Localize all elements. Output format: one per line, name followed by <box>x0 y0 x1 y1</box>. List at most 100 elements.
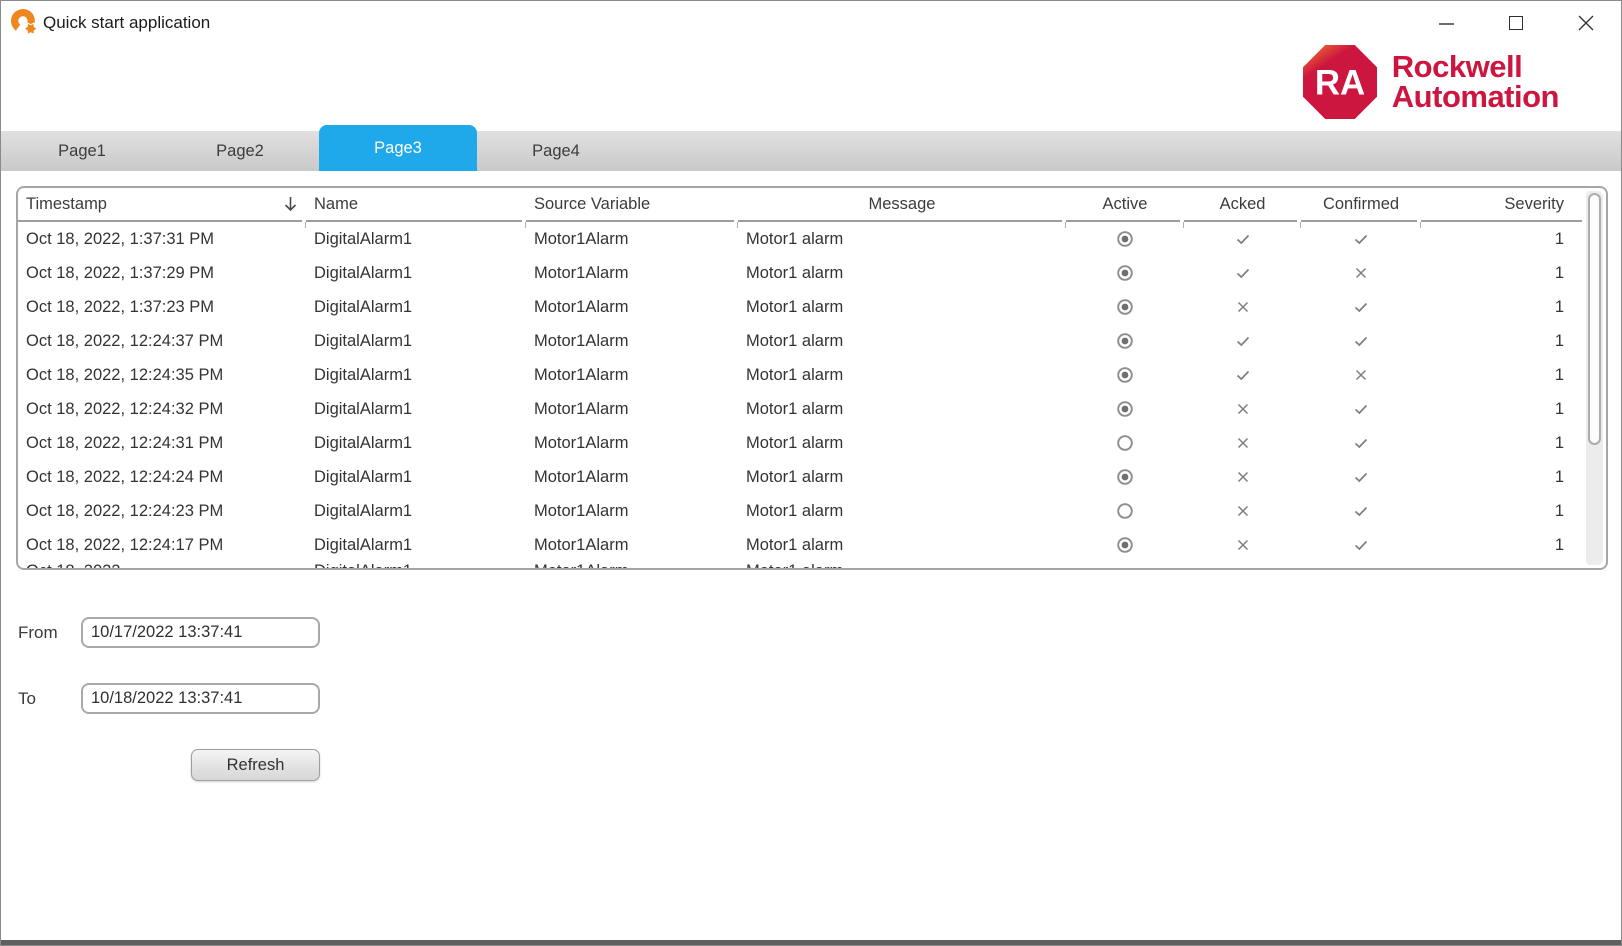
tabs: Page1Page2Page3Page4 <box>1 131 1621 171</box>
name-cell: DigitalAlarm1 <box>306 494 526 528</box>
window-controls <box>1411 1 1621 45</box>
scrollbar-thumb[interactable] <box>1588 193 1601 445</box>
table-row[interactable]: Oct 18, 2022, 12:24:17 PMDigitalAlarm1Mo… <box>18 528 1606 562</box>
severity-cell: 1 <box>1421 460 1582 494</box>
brand-logo: RA Rockwell Automation <box>1303 45 1559 119</box>
message-cell: Motor1 alarm <box>738 290 1066 324</box>
acked-cell <box>1184 358 1301 392</box>
tab-page2[interactable]: Page2 <box>161 131 319 171</box>
check-icon <box>1352 400 1370 418</box>
source-variable-cell: Motor1Alarm <box>526 528 738 562</box>
x-icon <box>1234 536 1252 554</box>
minimize-button[interactable] <box>1411 1 1481 45</box>
timestamp-cell: Oct 18, 2022, 12:24:23 PM <box>18 494 306 528</box>
acked-cell <box>1184 290 1301 324</box>
active-on-icon <box>1116 536 1134 554</box>
x-icon <box>1352 366 1370 384</box>
table-row[interactable]: Oct 18, 2022, 1:37:31 PMDigitalAlarm1Mot… <box>18 222 1606 256</box>
table-row[interactable]: Oct 18, 2022, 12:24:37 PMDigitalAlarm1Mo… <box>18 324 1606 358</box>
table-row[interactable]: Oct 18, 2022, 12:24:31 PMDigitalAlarm1Mo… <box>18 426 1606 460</box>
active-cell <box>1066 256 1184 290</box>
to-input[interactable] <box>81 683 320 714</box>
message-cell: Motor1 alarm <box>738 563 1066 570</box>
timestamp-cell: Oct 18, 2022, 1:37:29 PM <box>18 256 306 290</box>
check-icon <box>1352 468 1370 486</box>
col-header-source-variable[interactable]: Source Variable <box>526 188 738 222</box>
message-cell: Motor1 alarm <box>738 256 1066 290</box>
check-icon <box>1234 264 1252 282</box>
table-row[interactable]: Oct 18, 2022, 1:37:23 PMDigitalAlarm1Mot… <box>18 290 1606 324</box>
table-row[interactable]: Oct 18, 2022, 12:24:24 PMDigitalAlarm1Mo… <box>18 460 1606 494</box>
refresh-button[interactable]: Refresh <box>191 749 320 781</box>
active-on-icon <box>1116 264 1134 282</box>
timestamp-cell: Oct 18, 2022, 12:24:17 PM <box>18 528 306 562</box>
titlebar: Quick start application <box>1 1 1621 45</box>
table-row[interactable]: Oct 18, 2022, 1:37:29 PMDigitalAlarm1Mot… <box>18 256 1606 290</box>
message-cell: Motor1 alarm <box>738 358 1066 392</box>
tab-page4[interactable]: Page4 <box>477 131 635 171</box>
x-icon <box>1234 298 1252 316</box>
confirmed-cell <box>1301 290 1421 324</box>
table-row[interactable]: Oct 18, 2022, 12:24:35 PMDigitalAlarm1Mo… <box>18 358 1606 392</box>
table-scrollbar[interactable] <box>1586 191 1603 565</box>
message-cell: Motor1 alarm <box>738 324 1066 358</box>
x-icon <box>1234 434 1252 452</box>
name-cell: DigitalAlarm1 <box>306 563 526 570</box>
table-body: Oct 18, 2022, 1:37:31 PMDigitalAlarm1Mot… <box>18 222 1606 570</box>
col-header-acked[interactable]: Acked <box>1184 188 1301 222</box>
timestamp-cell: Oct 18, 2022, 12:24:31 PM <box>18 426 306 460</box>
confirmed-cell <box>1301 358 1421 392</box>
col-header-active[interactable]: Active <box>1066 188 1184 222</box>
message-cell: Motor1 alarm <box>738 494 1066 528</box>
x-icon <box>1234 502 1252 520</box>
close-icon <box>1578 15 1594 31</box>
tab-strip: Page1Page2Page3Page4 <box>1 131 1621 171</box>
severity-cell: 1 <box>1421 426 1582 460</box>
x-icon <box>1352 264 1370 282</box>
confirmed-cell <box>1301 426 1421 460</box>
active-on-icon <box>1116 298 1134 316</box>
tab-page3[interactable]: Page3 <box>319 125 477 171</box>
confirmed-cell <box>1301 528 1421 562</box>
table-row[interactable]: Oct 18, 2022, 12:24:23 PMDigitalAlarm1Mo… <box>18 494 1606 528</box>
source-variable-cell: Motor1Alarm <box>526 494 738 528</box>
check-icon <box>1352 536 1370 554</box>
timestamp-cell: Oct 18, 2022, 12:24:24 PM <box>18 460 306 494</box>
col-header-name[interactable]: Name <box>306 188 526 222</box>
confirmed-cell <box>1301 392 1421 426</box>
col-header-severity[interactable]: Severity <box>1421 188 1582 222</box>
window-title: Quick start application <box>43 1 210 45</box>
severity-cell: 1 <box>1421 494 1582 528</box>
name-cell: DigitalAlarm1 <box>306 290 526 324</box>
confirmed-cell <box>1301 324 1421 358</box>
table-row-clipped[interactable]: Oct 18, 2022DigitalAlarm1Motor1AlarmMoto… <box>18 562 1606 570</box>
check-icon <box>1352 230 1370 248</box>
acked-cell <box>1184 426 1301 460</box>
x-icon <box>1234 400 1252 418</box>
name-cell: DigitalAlarm1 <box>306 460 526 494</box>
col-header-message[interactable]: Message <box>738 188 1066 222</box>
maximize-button[interactable] <box>1481 1 1551 45</box>
name-cell: DigitalAlarm1 <box>306 324 526 358</box>
from-label: From <box>18 623 58 643</box>
check-icon <box>1352 502 1370 520</box>
active-cell <box>1066 460 1184 494</box>
close-button[interactable] <box>1551 1 1621 45</box>
acked-cell <box>1184 222 1301 256</box>
active-off-icon <box>1116 502 1134 520</box>
col-header-confirmed[interactable]: Confirmed <box>1301 188 1421 222</box>
severity-cell: 1 <box>1421 256 1582 290</box>
acked-cell <box>1184 256 1301 290</box>
name-cell: DigitalAlarm1 <box>306 392 526 426</box>
tab-page1[interactable]: Page1 <box>3 131 161 171</box>
table-row[interactable]: Oct 18, 2022, 12:24:32 PMDigitalAlarm1Mo… <box>18 392 1606 426</box>
active-cell <box>1066 324 1184 358</box>
message-cell: Motor1 alarm <box>738 528 1066 562</box>
active-cell <box>1066 222 1184 256</box>
check-icon <box>1234 332 1252 350</box>
active-cell <box>1066 392 1184 426</box>
check-icon <box>1352 298 1370 316</box>
col-header-timestamp[interactable]: Timestamp <box>18 188 306 222</box>
alarm-history-table: Timestamp Name Source Variable Message A… <box>16 186 1608 570</box>
from-input[interactable] <box>81 617 320 648</box>
